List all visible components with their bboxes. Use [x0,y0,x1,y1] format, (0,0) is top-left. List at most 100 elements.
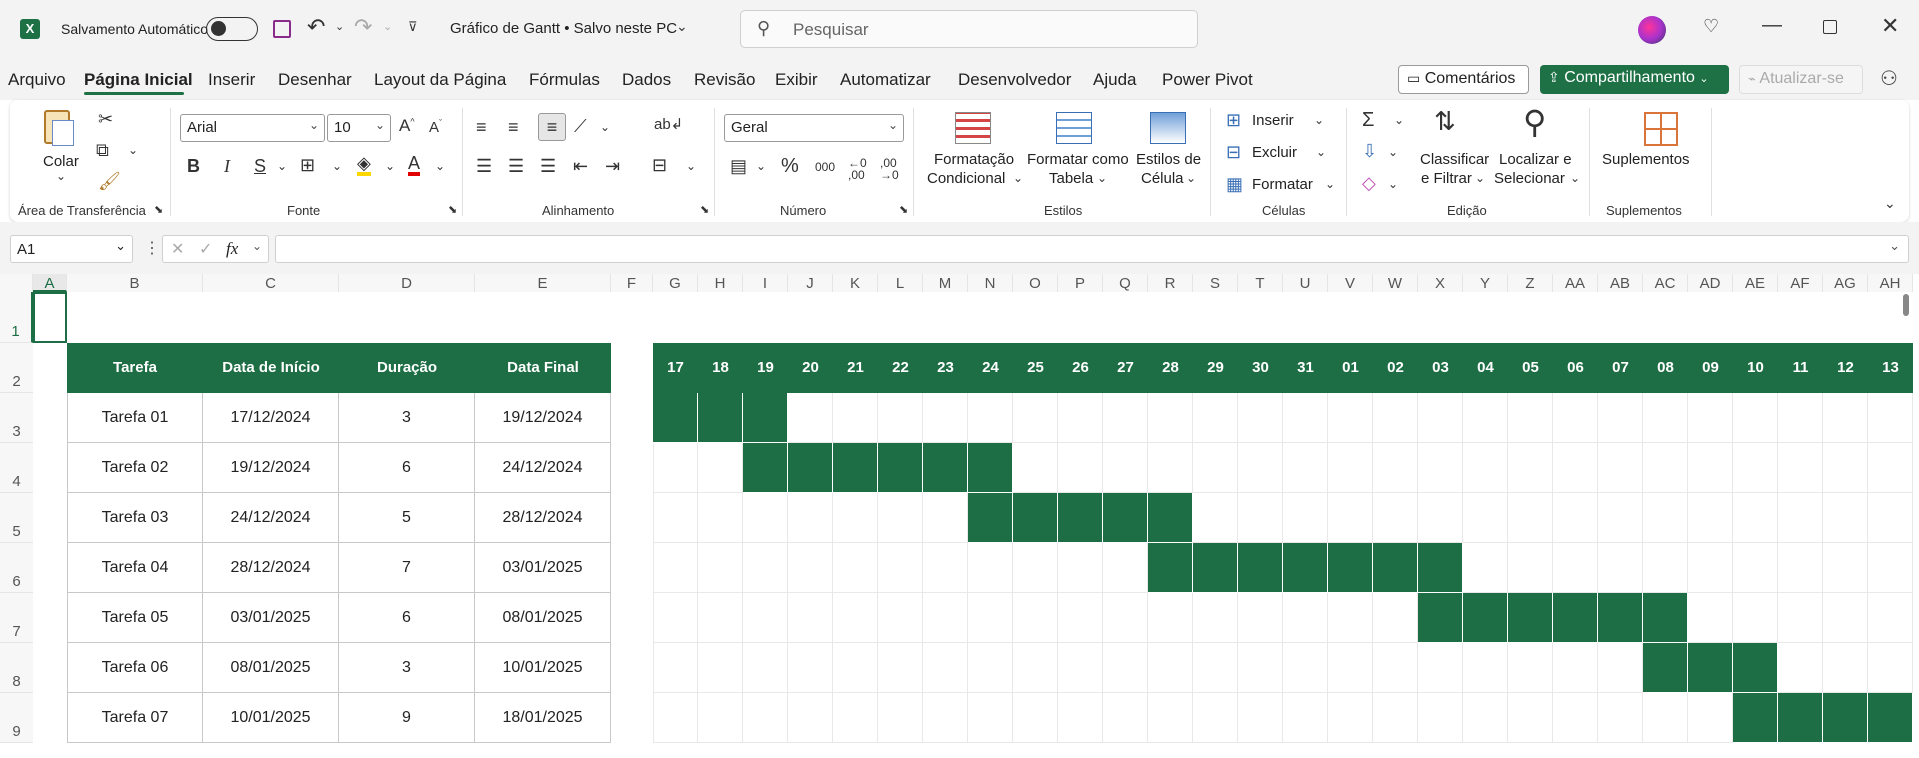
gantt-empty-cell[interactable] [1733,393,1778,443]
copilot-icon[interactable]: ⚇ [1880,66,1898,91]
gantt-empty-cell[interactable] [1553,643,1598,693]
gantt-bar-cell[interactable] [788,443,833,493]
gantt-empty-cell[interactable] [1238,593,1283,643]
gantt-empty-cell[interactable] [1283,443,1328,493]
tab-layout-da-pagina[interactable]: Layout da Página [374,70,506,90]
gantt-empty-cell[interactable] [743,643,788,693]
customize-toolbar-icon[interactable]: ⊽ [408,19,418,35]
gantt-empty-cell[interactable] [1463,693,1508,743]
column-header[interactable]: O [1013,274,1058,292]
gantt-empty-cell[interactable] [1778,643,1823,693]
gantt-empty-cell[interactable] [1373,693,1418,743]
gantt-empty-cell[interactable] [1553,443,1598,493]
column-header[interactable]: AB [1598,274,1643,292]
find-select-dropdown-icon[interactable]: ⌄ [1570,172,1580,184]
name-box[interactable]: A1 ⌄ [10,235,133,263]
underline-dropdown-icon[interactable]: ⌄ [277,160,287,172]
gantt-empty-cell[interactable] [1193,443,1238,493]
worksheet-grid[interactable]: A B C D E F G H I J K L M N O P Q R S T U V W X Y Z AA AB AC AD AE AF AG… [0,274,1919,758]
gantt-empty-cell[interactable] [1733,443,1778,493]
gantt-empty-cell[interactable] [923,493,968,543]
align-center-icon[interactable]: ☰ [508,157,524,175]
minimize-icon[interactable]: — [1762,14,1782,37]
gantt-empty-cell[interactable] [1598,643,1643,693]
fill-icon[interactable]: ⇩ [1362,142,1377,160]
gantt-empty-cell[interactable] [1328,393,1373,443]
table-cell[interactable]: Tarefa 01 [67,393,203,443]
autosave-toggle[interactable] [206,17,258,41]
align-top-icon[interactable]: ≡ [476,118,487,136]
column-header[interactable]: C [203,274,339,292]
gantt-empty-cell[interactable] [1193,493,1238,543]
gantt-empty-cell[interactable] [1103,693,1148,743]
tab-automatizar[interactable]: Automatizar [840,70,931,90]
row-header[interactable]: 3 [0,393,33,443]
formula-input[interactable]: ⌄ [275,235,1909,263]
row-header[interactable]: 8 [0,643,33,693]
column-header[interactable]: K [833,274,878,292]
delete-cells-icon[interactable]: ⊟ [1226,143,1241,161]
format-cells-button[interactable]: Formatar [1252,176,1313,193]
column-header[interactable]: D [339,274,475,292]
gantt-empty-cell[interactable] [923,393,968,443]
table-cell[interactable]: 18/01/2025 [475,693,611,743]
gantt-empty-cell[interactable] [1508,543,1553,593]
gantt-empty-cell[interactable] [653,643,698,693]
gantt-bar-cell[interactable] [923,443,968,493]
gantt-empty-cell[interactable] [1643,693,1688,743]
font-color-dropdown-icon[interactable]: ⌄ [435,160,445,172]
gantt-empty-cell[interactable] [923,643,968,693]
find-select-button[interactable]: Localizar e [1499,151,1572,168]
gantt-empty-cell[interactable] [1058,543,1103,593]
gantt-empty-cell[interactable] [698,693,743,743]
file-title[interactable]: Gráfico de Gantt • Salvo neste PC [450,20,677,37]
tab-dados[interactable]: Dados [622,70,671,90]
gantt-empty-cell[interactable] [1463,643,1508,693]
column-header[interactable]: AE [1733,274,1778,292]
fill-color-dropdown-icon[interactable]: ⌄ [385,160,395,172]
avatar[interactable] [1638,16,1666,44]
gantt-empty-cell[interactable] [833,693,878,743]
gantt-empty-cell[interactable] [1553,693,1598,743]
gantt-empty-cell[interactable] [1058,693,1103,743]
table-cell[interactable]: 28/12/2024 [203,543,339,593]
gantt-bar-cell[interactable] [1508,593,1553,643]
gantt-empty-cell[interactable] [653,693,698,743]
gantt-empty-cell[interactable] [1508,393,1553,443]
gantt-bar-cell[interactable] [968,493,1013,543]
format-table-button-line2[interactable]: Tabela [1049,170,1093,187]
format-cells-icon[interactable]: ▦ [1226,175,1243,193]
decrease-font-icon[interactable]: Aˇ [429,119,442,136]
gantt-empty-cell[interactable] [698,593,743,643]
underline-icon[interactable]: S [254,157,266,175]
gantt-empty-cell[interactable] [1283,493,1328,543]
gantt-bar-cell[interactable] [1733,643,1778,693]
table-cell[interactable]: 10/01/2025 [475,643,611,693]
wrap-text-icon[interactable]: ab↲ [654,117,683,132]
gantt-bar-cell[interactable] [1418,543,1463,593]
gantt-bar-cell[interactable] [1193,543,1238,593]
insert-dropdown-icon[interactable]: ⌄ [1314,114,1324,126]
update-button[interactable]: ⌁ Atualizar-se [1739,65,1863,94]
table-cell[interactable]: 03/01/2025 [475,543,611,593]
gantt-empty-cell[interactable] [1688,493,1733,543]
gantt-bar-cell[interactable] [968,443,1013,493]
gantt-empty-cell[interactable] [1418,393,1463,443]
column-header[interactable]: I [743,274,788,292]
gantt-empty-cell[interactable] [653,493,698,543]
gantt-bar-cell[interactable] [1643,643,1688,693]
gantt-empty-cell[interactable] [1148,643,1193,693]
clear-icon[interactable]: ◇ [1362,174,1376,192]
gantt-empty-cell[interactable] [878,643,923,693]
gantt-empty-cell[interactable] [1868,543,1913,593]
gantt-empty-cell[interactable] [1778,393,1823,443]
redo-dropdown-icon[interactable]: ⌄ [383,20,392,33]
gantt-empty-cell[interactable] [1643,393,1688,443]
gantt-empty-cell[interactable] [1598,393,1643,443]
collapse-ribbon-icon[interactable]: ⌄ [1884,196,1896,210]
table-cell[interactable]: 08/01/2025 [203,643,339,693]
gantt-empty-cell[interactable] [1148,443,1193,493]
comments-button[interactable]: ▭ Comentários [1398,65,1529,94]
italic-icon[interactable]: I [224,157,230,175]
gantt-empty-cell[interactable] [1238,393,1283,443]
